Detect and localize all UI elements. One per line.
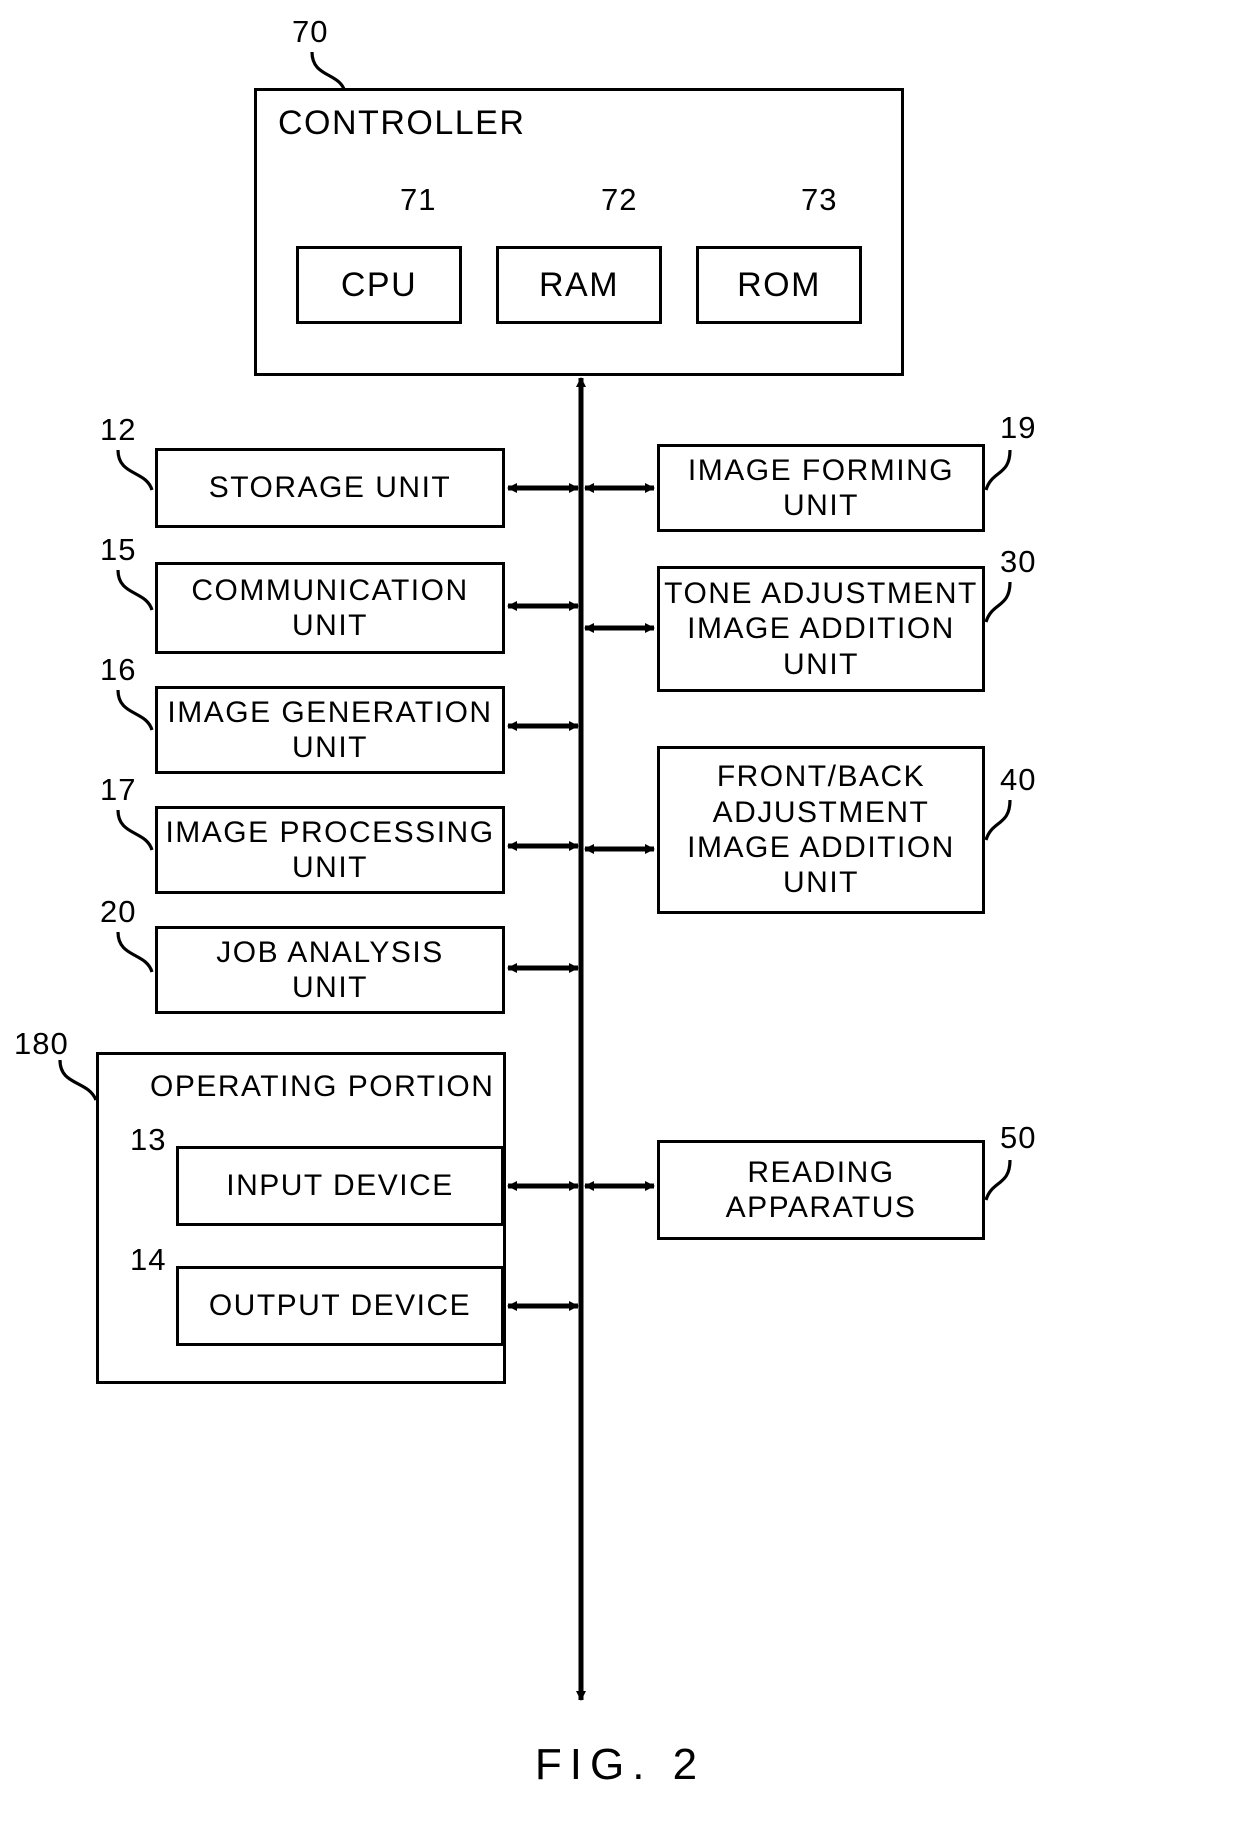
ref-number-storage-unit: 12 — [100, 412, 137, 447]
input-device-label: INPUT DEVICE — [226, 1169, 454, 1203]
storage-unit-label: STORAGE UNIT — [208, 471, 452, 505]
ref-number-ram: 72 — [601, 182, 638, 217]
reading-apparatus-label: READING APPARATUS — [725, 1155, 917, 1224]
job-analysis-unit-block: JOB ANALYSIS UNIT — [155, 926, 505, 1014]
controller-title: CONTROLLER — [278, 104, 526, 142]
ref-number-image-forming-unit: 19 — [1000, 410, 1037, 445]
image-generation-unit-block: IMAGE GENERATION UNIT — [155, 686, 505, 774]
ram-label: RAM — [538, 265, 620, 304]
patent-block-diagram: CONTROLLER 70 CPU 71 RAM 72 ROM 73 STORA… — [0, 0, 1240, 1848]
output-device-block: OUTPUT DEVICE — [176, 1266, 504, 1346]
ref-number-image-processing-unit: 17 — [100, 772, 137, 807]
ref-number-image-generation-unit: 16 — [100, 652, 137, 687]
ref-number-communication-unit: 15 — [100, 532, 137, 567]
input-device-block: INPUT DEVICE — [176, 1146, 504, 1226]
ref-number-rom: 73 — [801, 182, 838, 217]
rom-block: ROM — [696, 246, 862, 324]
ref-number-input-device: 13 — [130, 1122, 167, 1157]
image-processing-unit-block: IMAGE PROCESSING UNIT — [155, 806, 505, 894]
image-generation-unit-label: IMAGE GENERATION UNIT — [167, 695, 493, 764]
image-processing-unit-label: IMAGE PROCESSING UNIT — [165, 815, 495, 884]
operating-portion-title: OPERATING PORTION — [150, 1070, 495, 1103]
rom-label: ROM — [737, 265, 821, 304]
ref-number-controller: 70 — [292, 14, 329, 49]
ref-number-operating-portion: 180 — [14, 1026, 69, 1061]
output-device-label: OUTPUT DEVICE — [208, 1289, 472, 1323]
communication-unit-label: COMMUNICATION UNIT — [191, 573, 469, 642]
tone-adjustment-image-addition-unit-block: TONE ADJUSTMENT IMAGE ADDITION UNIT — [657, 566, 985, 692]
ram-block: RAM — [496, 246, 662, 324]
front-back-adjustment-image-addition-unit-label: FRONT/BACK ADJUSTMENT IMAGE ADDITION UNI… — [687, 760, 955, 900]
figure-caption: FIG. 2 — [534, 1740, 706, 1789]
image-forming-unit-label: IMAGE FORMING UNIT — [687, 453, 955, 522]
cpu-block: CPU — [296, 246, 462, 324]
ref-number-job-analysis-unit: 20 — [100, 894, 137, 929]
ref-number-tone-adjustment-unit: 30 — [1000, 544, 1037, 579]
ref-number-cpu: 71 — [400, 182, 437, 217]
cpu-label: CPU — [340, 265, 418, 304]
reading-apparatus-block: READING APPARATUS — [657, 1140, 985, 1240]
job-analysis-unit-label: JOB ANALYSIS UNIT — [216, 935, 444, 1004]
front-back-adjustment-image-addition-unit-block: FRONT/BACK ADJUSTMENT IMAGE ADDITION UNI… — [657, 746, 985, 914]
image-forming-unit-block: IMAGE FORMING UNIT — [657, 444, 985, 532]
ref-number-reading-apparatus: 50 — [1000, 1120, 1037, 1155]
tone-adjustment-image-addition-unit-label: TONE ADJUSTMENT IMAGE ADDITION UNIT — [664, 576, 978, 681]
storage-unit-block: STORAGE UNIT — [155, 448, 505, 528]
ref-number-front-back-adjustment-unit: 40 — [1000, 762, 1037, 797]
ref-number-output-device: 14 — [130, 1242, 167, 1277]
communication-unit-block: COMMUNICATION UNIT — [155, 562, 505, 654]
